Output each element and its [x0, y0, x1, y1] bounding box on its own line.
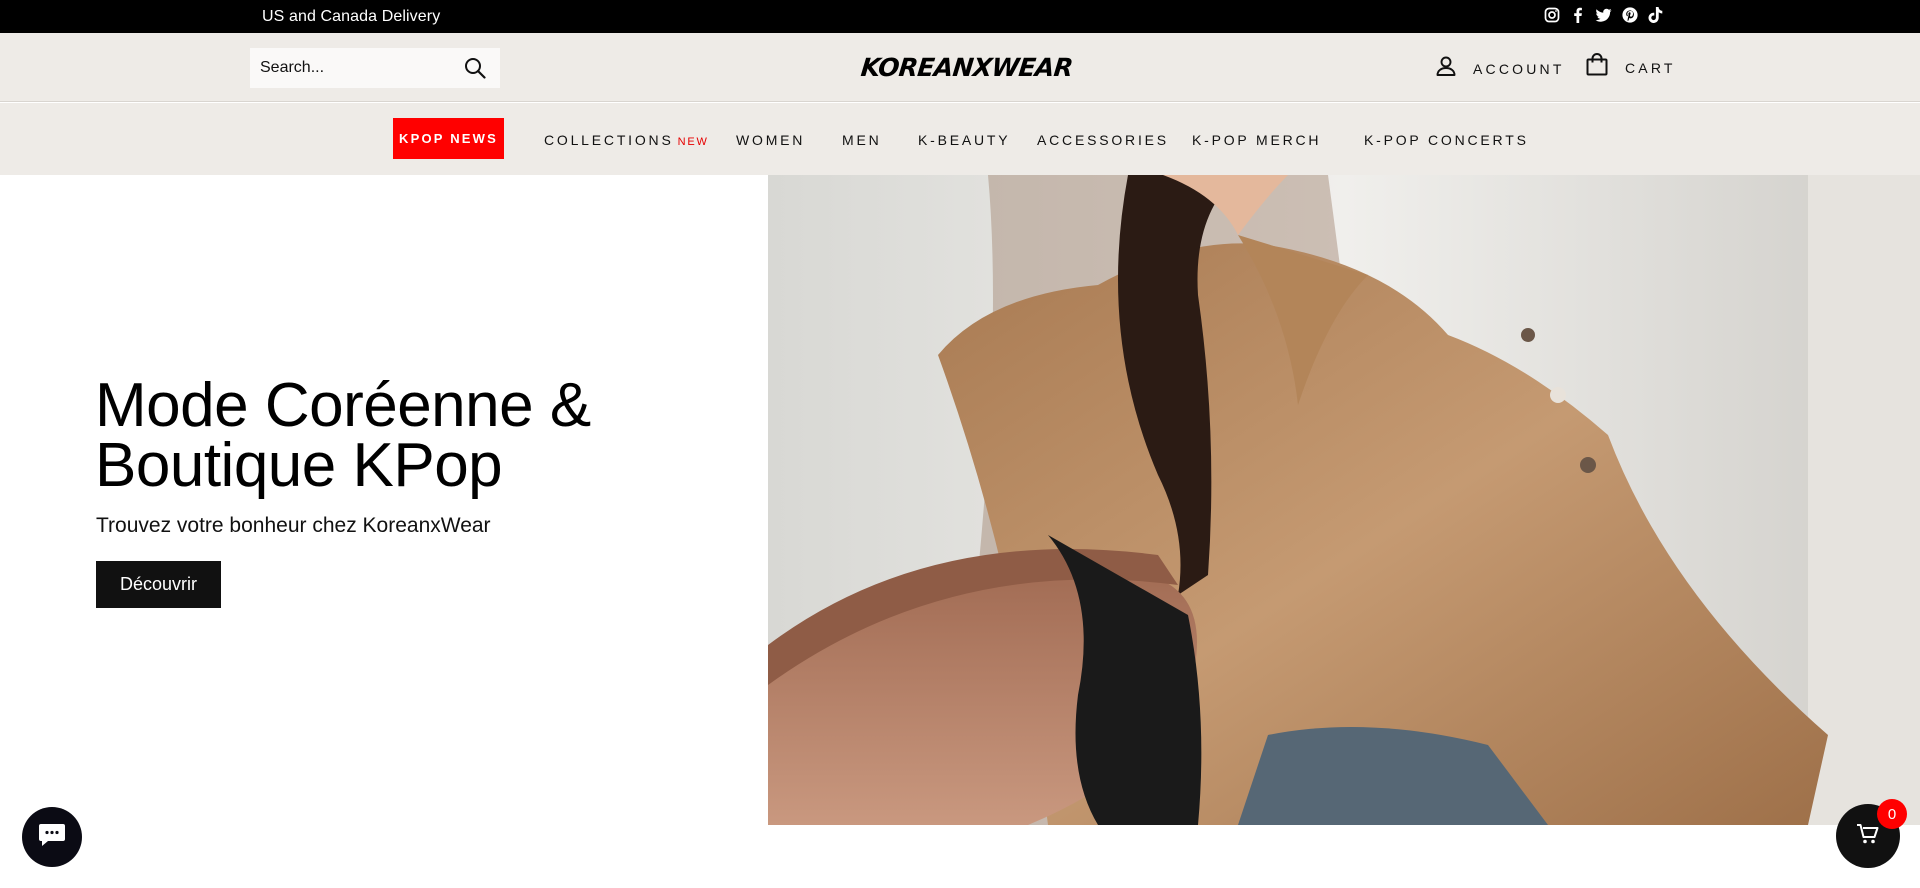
nav-item-accessories[interactable]: ACCESSORIES [1037, 132, 1169, 148]
cart-count-badge: 0 [1877, 799, 1907, 829]
nav-item-label: COLLECTIONS [544, 132, 674, 148]
hero-title-line2: Boutique KPop [95, 431, 503, 500]
cart-label: CART [1625, 59, 1676, 76]
cart-link[interactable]: CART [1585, 53, 1676, 82]
hero-subtitle: Trouvez votre bonheur chez KoreanxWear [96, 514, 491, 537]
search-input[interactable] [250, 48, 450, 88]
pinterest-icon[interactable] [1621, 6, 1638, 23]
site-logo[interactable]: KOREANXWEAR [860, 51, 1075, 85]
nav-item-kpop-concerts[interactable]: K-POP CONCERTS [1364, 132, 1529, 148]
cart-icon [1856, 823, 1880, 850]
nav-item-collections[interactable]: COLLECTIONS NEW [544, 132, 709, 148]
search-icon[interactable] [464, 57, 486, 79]
site-header: KOREANXWEAR ACCOUNT CART [0, 33, 1920, 102]
user-icon [1435, 55, 1457, 82]
logo-text: KOREANXWEAR [859, 53, 1075, 82]
new-badge: NEW [677, 136, 709, 148]
account-label: ACCOUNT [1473, 60, 1565, 77]
social-links [1543, 6, 1664, 23]
delivery-text: US and Canada Delivery [262, 8, 441, 25]
discover-button[interactable]: Découvrir [96, 561, 221, 608]
account-link[interactable]: ACCOUNT [1435, 55, 1565, 82]
search-box [250, 48, 500, 88]
twitter-icon[interactable] [1595, 6, 1612, 23]
hero-title-line1: Mode Coréenne & [95, 371, 591, 440]
nav-item-women[interactable]: WOMEN [736, 132, 805, 148]
tiktok-icon[interactable] [1647, 6, 1664, 23]
hero-title: Mode Coréenne & Boutique KPop [95, 375, 591, 497]
nav-item-men[interactable]: MEN [842, 132, 882, 148]
nav-item-kpop-news[interactable]: KPOP NEWS [393, 118, 504, 159]
chat-icon [37, 822, 67, 853]
chat-button[interactable] [22, 807, 82, 867]
shopping-bag-icon [1585, 53, 1609, 82]
facebook-icon[interactable] [1569, 6, 1586, 23]
main-nav: KPOP NEWS COLLECTIONS NEW WOMEN MEN K-BEA… [0, 103, 1920, 175]
nav-item-k-beauty[interactable]: K-BEAUTY [918, 132, 1010, 148]
hero-image [768, 175, 1920, 825]
nav-item-kpop-merch[interactable]: K-POP MERCH [1192, 132, 1321, 148]
announcement-bar: US and Canada Delivery [0, 0, 1920, 33]
instagram-icon[interactable] [1543, 6, 1560, 23]
